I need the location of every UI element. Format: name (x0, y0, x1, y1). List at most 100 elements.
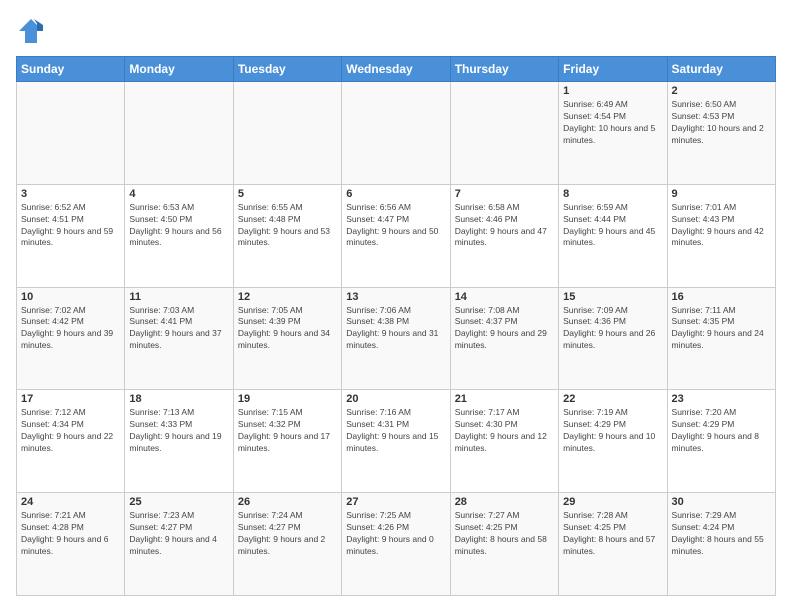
day-info: Sunrise: 7:08 AM Sunset: 4:37 PM Dayligh… (455, 305, 554, 353)
day-info: Sunrise: 6:50 AM Sunset: 4:53 PM Dayligh… (672, 99, 771, 147)
calendar-cell: 17 Sunrise: 7:12 AM Sunset: 4:34 PM Dayli… (17, 390, 125, 493)
day-number: 12 (238, 291, 337, 303)
day-number: 11 (129, 291, 228, 303)
day-number: 10 (21, 291, 120, 303)
day-info: Sunrise: 6:49 AM Sunset: 4:54 PM Dayligh… (563, 99, 662, 147)
day-number: 30 (672, 496, 771, 508)
calendar-cell: 15 Sunrise: 7:09 AM Sunset: 4:36 PM Dayli… (559, 287, 667, 390)
day-number: 17 (21, 393, 120, 405)
calendar-cell: 27Sunrise: 7:25 AM Sunset: 4:26 PM Dayli… (342, 493, 450, 596)
weekday-header: Sunday (17, 57, 125, 82)
calendar-cell: 6 Sunrise: 6:56 AM Sunset: 4:47 PM Daylig… (342, 184, 450, 287)
calendar-cell: 24 Sunrise: 7:21 AM Sunset: 4:28 PM Dayli… (17, 493, 125, 596)
calendar-week-row: 10 Sunrise: 7:02 AM Sunset: 4:42 PM Dayli… (17, 287, 776, 390)
day-info: Sunrise: 7:29 AM Sunset: 4:24 PM Dayligh… (672, 510, 771, 558)
day-info: Sunrise: 7:21 AM Sunset: 4:28 PM Dayligh… (21, 510, 120, 558)
calendar-cell: 20 Sunrise: 7:16 AM Sunset: 4:31 PM Dayli… (342, 390, 450, 493)
day-info: Sunrise: 7:25 AM Sunset: 4:26 PM Dayligh… (346, 510, 445, 558)
day-number: 14 (455, 291, 554, 303)
day-number: 25 (129, 496, 228, 508)
calendar-cell: 7 Sunrise: 6:58 AM Sunset: 4:46 PM Daylig… (450, 184, 558, 287)
day-number: 6 (346, 188, 445, 200)
calendar-cell: 19Sunrise: 7:15 AM Sunset: 4:32 PM Dayli… (233, 390, 341, 493)
page: SundayMondayTuesdayWednesdayThursdayFrid… (0, 0, 792, 612)
day-info: Sunrise: 7:11 AM Sunset: 4:35 PM Dayligh… (672, 305, 771, 353)
day-number: 4 (129, 188, 228, 200)
day-number: 22 (563, 393, 662, 405)
weekday-header: Monday (125, 57, 233, 82)
calendar-cell (450, 82, 558, 185)
calendar-cell (233, 82, 341, 185)
calendar-cell: 10 Sunrise: 7:02 AM Sunset: 4:42 PM Dayli… (17, 287, 125, 390)
calendar-cell: 5 Sunrise: 6:55 AM Sunset: 4:48 PM Daylig… (233, 184, 341, 287)
day-number: 21 (455, 393, 554, 405)
day-info: Sunrise: 7:17 AM Sunset: 4:30 PM Dayligh… (455, 407, 554, 455)
day-info: Sunrise: 7:16 AM Sunset: 4:31 PM Dayligh… (346, 407, 445, 455)
day-info: Sunrise: 7:23 AM Sunset: 4:27 PM Dayligh… (129, 510, 228, 558)
day-info: Sunrise: 6:52 AM Sunset: 4:51 PM Dayligh… (21, 202, 120, 250)
day-info: Sunrise: 7:19 AM Sunset: 4:29 PM Dayligh… (563, 407, 662, 455)
calendar-cell: 29Sunrise: 7:28 AM Sunset: 4:25 PM Dayli… (559, 493, 667, 596)
day-number: 2 (672, 85, 771, 97)
calendar-cell: 30 Sunrise: 7:29 AM Sunset: 4:24 PM Dayli… (667, 493, 775, 596)
day-number: 23 (672, 393, 771, 405)
calendar-cell: 13 Sunrise: 7:06 AM Sunset: 4:38 PM Dayli… (342, 287, 450, 390)
weekday-header: Tuesday (233, 57, 341, 82)
header (16, 16, 776, 46)
day-number: 24 (21, 496, 120, 508)
calendar-cell (125, 82, 233, 185)
day-number: 8 (563, 188, 662, 200)
calendar-cell: 18 Sunrise: 7:13 AM Sunset: 4:33 PM Dayli… (125, 390, 233, 493)
day-info: Sunrise: 7:12 AM Sunset: 4:34 PM Dayligh… (21, 407, 120, 455)
weekday-header: Wednesday (342, 57, 450, 82)
calendar-cell: 3 Sunrise: 6:52 AM Sunset: 4:51 PM Daylig… (17, 184, 125, 287)
calendar-cell: 21 Sunrise: 7:17 AM Sunset: 4:30 PM Dayli… (450, 390, 558, 493)
calendar-cell (17, 82, 125, 185)
calendar-week-row: 17 Sunrise: 7:12 AM Sunset: 4:34 PM Dayli… (17, 390, 776, 493)
day-number: 16 (672, 291, 771, 303)
day-info: Sunrise: 6:58 AM Sunset: 4:46 PM Dayligh… (455, 202, 554, 250)
calendar-cell: 16 Sunrise: 7:11 AM Sunset: 4:35 PM Dayli… (667, 287, 775, 390)
day-info: Sunrise: 7:03 AM Sunset: 4:41 PM Dayligh… (129, 305, 228, 353)
day-number: 5 (238, 188, 337, 200)
day-number: 28 (455, 496, 554, 508)
day-number: 15 (563, 291, 662, 303)
logo-icon (16, 16, 46, 46)
logo (16, 16, 50, 46)
calendar-week-row: 24 Sunrise: 7:21 AM Sunset: 4:28 PM Dayli… (17, 493, 776, 596)
day-info: Sunrise: 7:09 AM Sunset: 4:36 PM Dayligh… (563, 305, 662, 353)
calendar-cell: 8 Sunrise: 6:59 AM Sunset: 4:44 PM Daylig… (559, 184, 667, 287)
day-number: 29 (563, 496, 662, 508)
day-info: Sunrise: 6:59 AM Sunset: 4:44 PM Dayligh… (563, 202, 662, 250)
day-info: Sunrise: 7:02 AM Sunset: 4:42 PM Dayligh… (21, 305, 120, 353)
day-info: Sunrise: 7:13 AM Sunset: 4:33 PM Dayligh… (129, 407, 228, 455)
calendar-table: SundayMondayTuesdayWednesdayThursdayFrid… (16, 56, 776, 596)
day-info: Sunrise: 6:56 AM Sunset: 4:47 PM Dayligh… (346, 202, 445, 250)
weekday-header: Friday (559, 57, 667, 82)
day-number: 13 (346, 291, 445, 303)
calendar-cell: 23Sunrise: 7:20 AM Sunset: 4:29 PM Dayli… (667, 390, 775, 493)
day-number: 18 (129, 393, 228, 405)
calendar-cell (342, 82, 450, 185)
day-info: Sunrise: 7:01 AM Sunset: 4:43 PM Dayligh… (672, 202, 771, 250)
calendar-cell: 9 Sunrise: 7:01 AM Sunset: 4:43 PM Daylig… (667, 184, 775, 287)
day-number: 20 (346, 393, 445, 405)
calendar-cell: 12Sunrise: 7:05 AM Sunset: 4:39 PM Dayli… (233, 287, 341, 390)
calendar-cell: 25 Sunrise: 7:23 AM Sunset: 4:27 PM Dayli… (125, 493, 233, 596)
day-number: 26 (238, 496, 337, 508)
day-number: 9 (672, 188, 771, 200)
day-info: Sunrise: 7:27 AM Sunset: 4:25 PM Dayligh… (455, 510, 554, 558)
calendar-cell: 4 Sunrise: 6:53 AM Sunset: 4:50 PM Daylig… (125, 184, 233, 287)
weekday-header: Thursday (450, 57, 558, 82)
day-number: 3 (21, 188, 120, 200)
calendar-week-row: 3 Sunrise: 6:52 AM Sunset: 4:51 PM Daylig… (17, 184, 776, 287)
day-number: 7 (455, 188, 554, 200)
day-number: 19 (238, 393, 337, 405)
header-row: SundayMondayTuesdayWednesdayThursdayFrid… (17, 57, 776, 82)
day-info: Sunrise: 7:24 AM Sunset: 4:27 PM Dayligh… (238, 510, 337, 558)
calendar-cell: 26 Sunrise: 7:24 AM Sunset: 4:27 PM Dayli… (233, 493, 341, 596)
day-info: Sunrise: 6:53 AM Sunset: 4:50 PM Dayligh… (129, 202, 228, 250)
day-info: Sunrise: 6:55 AM Sunset: 4:48 PM Dayligh… (238, 202, 337, 250)
calendar-cell: 14 Sunrise: 7:08 AM Sunset: 4:37 PM Dayli… (450, 287, 558, 390)
day-info: Sunrise: 7:06 AM Sunset: 4:38 PM Dayligh… (346, 305, 445, 353)
